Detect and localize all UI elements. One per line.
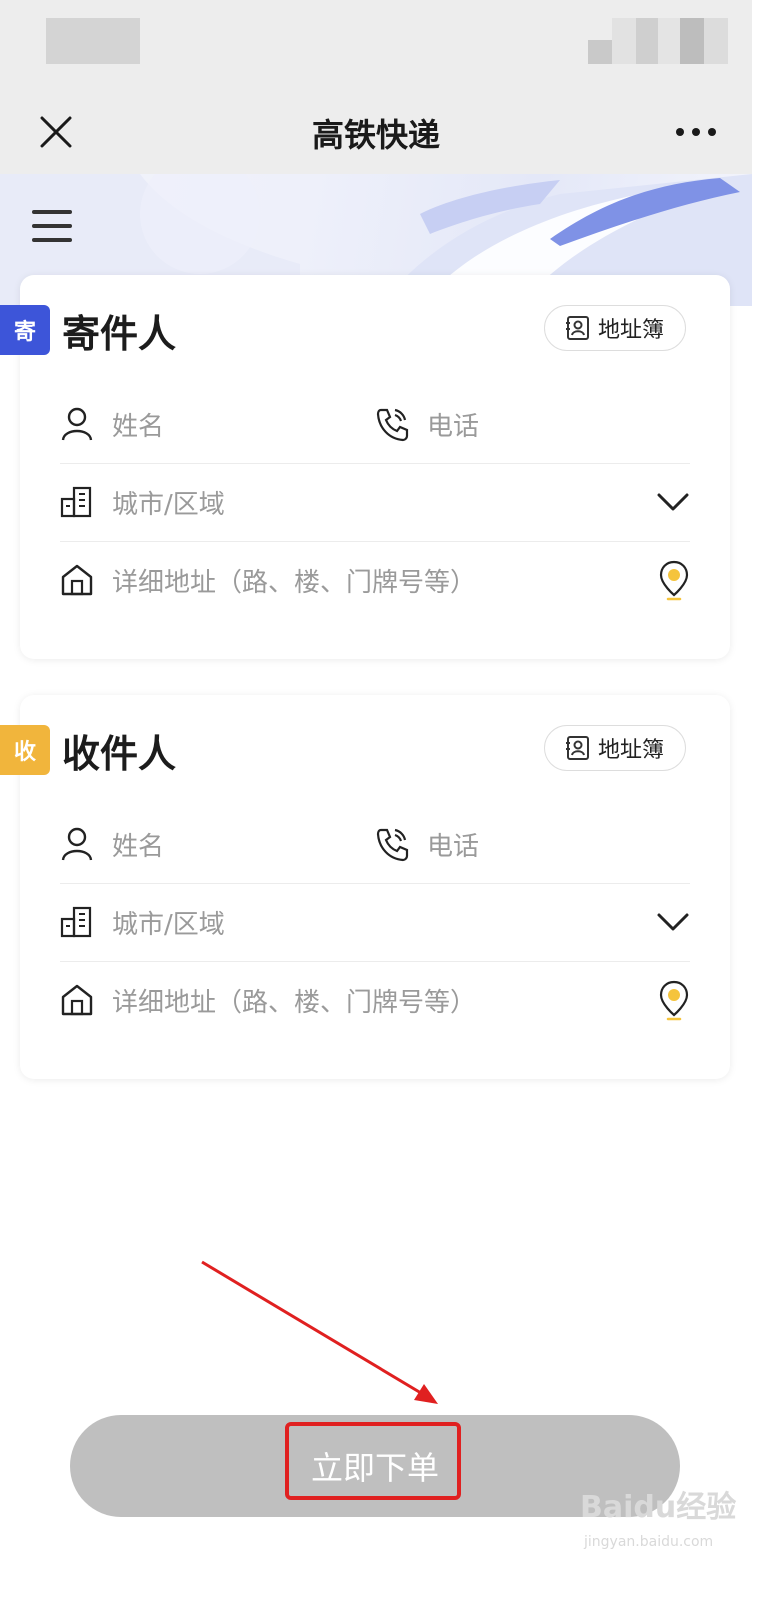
sender-address-placeholder: 详细地址（路、楼、门牌号等） [112, 567, 477, 598]
receiver-address-placeholder: 详细地址（路、楼、门牌号等） [112, 987, 477, 1018]
chevron-down-icon[interactable] [656, 487, 690, 517]
sender-phone-field[interactable]: 电话 [375, 385, 690, 463]
status-right-blur-1 [588, 40, 612, 64]
receiver-title: 收件人 [62, 732, 177, 776]
sender-name-field[interactable]: 姓名 [60, 385, 360, 463]
annotation-highlight-box [285, 1422, 461, 1500]
location-pin-icon[interactable] [658, 559, 690, 601]
person-icon [61, 827, 93, 861]
receiver-name-field[interactable]: 姓名 [60, 805, 360, 883]
sender-tag: 寄 [0, 305, 50, 355]
sender-address-book-label: 地址簿 [597, 318, 664, 343]
receiver-name-placeholder: 姓名 [112, 831, 165, 862]
receiver-city-placeholder: 城市/区域 [112, 909, 225, 940]
home-icon [61, 984, 93, 1016]
sender-city-field[interactable]: 城市/区域 [60, 463, 620, 541]
status-left-blur [46, 18, 140, 64]
sender-phone-placeholder: 电话 [427, 411, 480, 442]
receiver-city-field[interactable]: 城市/区域 [60, 883, 620, 961]
status-bar [0, 0, 752, 90]
receiver-address-field[interactable]: 详细地址（路、楼、门牌号等） [60, 961, 640, 1039]
sender-address-row: 详细地址（路、楼、门牌号等） [60, 541, 690, 619]
phone-icon [376, 828, 409, 862]
chevron-down-icon[interactable] [656, 907, 690, 937]
receiver-address-row: 详细地址（路、楼、门牌号等） [60, 961, 690, 1039]
watermark-logo: Baidu经验 [580, 1490, 737, 1525]
phone-icon [376, 408, 409, 442]
receiver-contact-row: 姓名 电话 [60, 805, 690, 884]
sender-city-placeholder: 城市/区域 [112, 489, 225, 520]
person-icon [61, 407, 93, 441]
sender-address-field[interactable]: 详细地址（路、楼、门牌号等） [60, 541, 640, 619]
receiver-city-row[interactable]: 城市/区域 [60, 883, 690, 962]
home-icon [61, 564, 93, 596]
building-icon [60, 486, 92, 518]
status-right-blur-5 [680, 18, 704, 64]
menu-icon[interactable] [30, 206, 74, 246]
sender-title: 寄件人 [62, 312, 177, 356]
receiver-phone-field[interactable]: 电话 [375, 805, 690, 883]
receiver-phone-placeholder: 电话 [427, 831, 480, 862]
watermark-url: jingyan.baidu.com [584, 1534, 714, 1550]
status-right-blur-2 [612, 18, 636, 64]
location-pin-icon[interactable] [658, 979, 690, 1021]
more-icon[interactable] [672, 114, 720, 150]
sender-name-placeholder: 姓名 [112, 411, 165, 442]
receiver-address-book-label: 地址簿 [597, 738, 664, 763]
sender-contact-row: 姓名 电话 [60, 385, 690, 464]
contact-book-icon [565, 316, 589, 340]
status-right-blur-4 [658, 18, 680, 64]
receiver-address-book-button[interactable]: 地址簿 [544, 725, 686, 771]
status-right-blur-3 [636, 18, 658, 64]
receiver-tag: 收 [0, 725, 50, 775]
sender-city-row[interactable]: 城市/区域 [60, 463, 690, 542]
sender-address-book-button[interactable]: 地址簿 [544, 305, 686, 351]
sender-card: 寄 寄件人 地址簿 姓名 电话 城市/区域 详细地址（路、楼、门牌号等） [0, 275, 730, 659]
contact-book-icon [565, 736, 589, 760]
status-right-blur-6 [704, 18, 728, 64]
building-icon [60, 906, 92, 938]
receiver-card: 收 收件人 地址簿 姓名 电话 城市/区域 详细地址（路、楼、门牌号等） [0, 695, 730, 1079]
nav-bar: 高铁快递 [0, 90, 752, 174]
page-title: 高铁快递 [311, 116, 440, 154]
